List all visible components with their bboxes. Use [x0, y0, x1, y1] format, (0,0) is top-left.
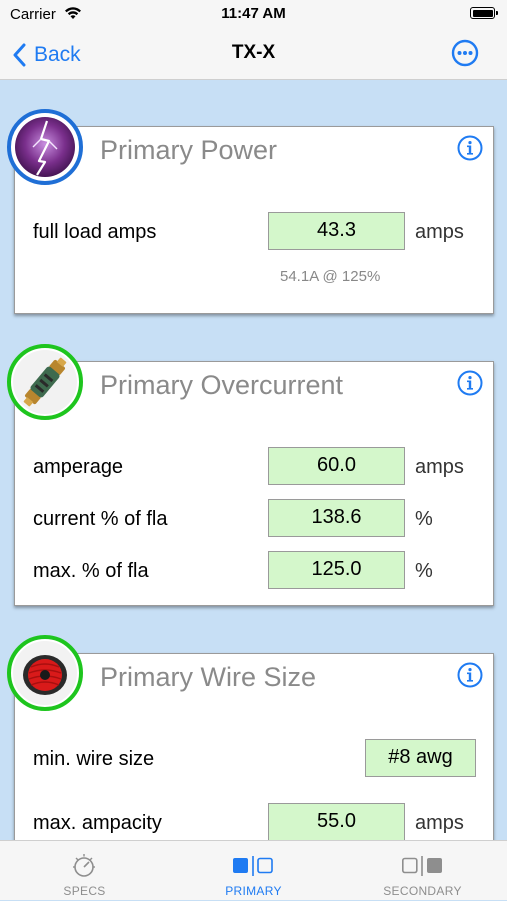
- max-ampacity-field[interactable]: 55.0: [268, 803, 405, 841]
- card-title: Primary Overcurrent: [100, 370, 344, 400]
- full-load-amps-label: full load amps: [33, 221, 157, 243]
- clock: 11:47 AM: [221, 5, 286, 22]
- more-options-button[interactable]: [451, 39, 479, 67]
- primary-overcurrent-card: Primary Overcurrent amperage 60.0 amps c…: [14, 361, 494, 606]
- ellipsis-circle-icon: [451, 39, 479, 67]
- unit-label: amps: [415, 221, 464, 243]
- amperage-field[interactable]: 60.0: [268, 447, 405, 485]
- min-wire-size-label: min. wire size: [33, 748, 155, 770]
- navigation-bar: Back TX-X: [0, 30, 507, 80]
- amperage-label: amperage: [33, 456, 124, 478]
- gauge-icon: [0, 853, 169, 879]
- tab-primary[interactable]: PRIMARY: [169, 841, 338, 901]
- primary-wire-size-card: Primary Wire Size min. wire size #8 awg …: [14, 653, 494, 853]
- info-button[interactable]: [457, 135, 483, 161]
- status-bar: Carrier 11:47 AM: [0, 0, 507, 30]
- card-title: Primary Wire Size: [100, 662, 317, 692]
- tab-bar: SPECS PRIMARY SECONDARY: [0, 840, 507, 900]
- info-icon: [457, 370, 483, 396]
- fla-125-note: 54.1A @ 125%: [280, 268, 381, 285]
- tab-label: SPECS: [63, 884, 106, 898]
- tab-secondary[interactable]: SECONDARY: [338, 841, 507, 901]
- info-button[interactable]: [457, 370, 483, 396]
- info-icon: [457, 135, 483, 161]
- unit-label: %: [415, 560, 433, 582]
- unit-label: amps: [415, 456, 464, 478]
- tab-label: PRIMARY: [225, 884, 282, 898]
- wire-spool-icon: [7, 635, 83, 711]
- min-wire-size-field[interactable]: #8 awg: [365, 739, 476, 777]
- current-percent-fla-field[interactable]: 138.6: [268, 499, 405, 537]
- primary-panel-icon: [169, 853, 338, 879]
- unit-label: %: [415, 508, 433, 530]
- max-percent-fla-field[interactable]: 125.0: [268, 551, 405, 589]
- primary-power-card: Primary Power full load amps 43.3 amps 5…: [14, 126, 494, 314]
- secondary-panel-icon: [338, 853, 507, 879]
- tab-label: SECONDARY: [383, 884, 462, 898]
- fuse-icon: [7, 344, 83, 420]
- info-button[interactable]: [457, 662, 483, 688]
- unit-label: amps: [415, 812, 464, 834]
- page-title: TX-X: [231, 42, 276, 63]
- max-ampacity-label: max. ampacity: [33, 812, 162, 834]
- info-icon: [457, 662, 483, 688]
- tab-specs[interactable]: SPECS: [0, 841, 169, 901]
- full-load-amps-field[interactable]: 43.3: [268, 212, 405, 250]
- current-percent-fla-label: current % of fla: [33, 508, 168, 530]
- lightning-icon: [7, 109, 83, 185]
- max-percent-fla-label: max. % of fla: [33, 560, 149, 582]
- battery-icon: [470, 7, 498, 19]
- card-title: Primary Power: [100, 135, 278, 165]
